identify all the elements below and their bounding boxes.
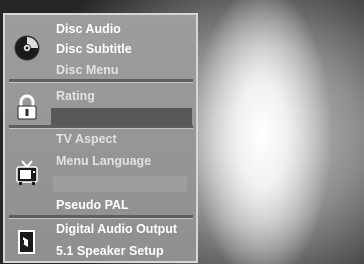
tv-icon <box>16 160 38 185</box>
digital-audio-output-item[interactable]: Digital Audio Output <box>56 222 177 237</box>
disc-icon <box>14 35 40 61</box>
audio-settings-group: Digital Audio Output 5.1 Speaker Setup <box>5 219 196 263</box>
padlock-icon <box>17 94 37 120</box>
disc-menu-item[interactable]: Disc Menu <box>56 63 119 78</box>
setup-menu-panel: Disc Audio Disc Subtitle Disc Menu Ratin… <box>3 13 198 263</box>
tv-aspect-item[interactable]: TV Aspect <box>56 132 117 147</box>
disc-audio-item[interactable]: Disc Audio <box>56 22 121 37</box>
rating-item[interactable]: Rating <box>56 89 95 104</box>
selected-row-highlight[interactable] <box>51 108 192 125</box>
speaker-icon <box>18 230 35 254</box>
tv-settings-group: TV Aspect Menu Language Pseudo PAL <box>5 129 196 213</box>
pseudo-pal-item[interactable]: Pseudo PAL <box>56 198 129 213</box>
disc-settings-group: Disc Audio Disc Subtitle Disc Menu <box>5 15 196 77</box>
speaker-setup-item[interactable]: 5.1 Speaker Setup <box>56 244 164 259</box>
menu-language-item[interactable]: Menu Language <box>56 154 151 169</box>
tv-screen: Disc Audio Disc Subtitle Disc Menu Ratin… <box>0 0 364 264</box>
disabled-menu-row <box>53 176 187 192</box>
disc-subtitle-item[interactable]: Disc Subtitle <box>56 42 132 57</box>
